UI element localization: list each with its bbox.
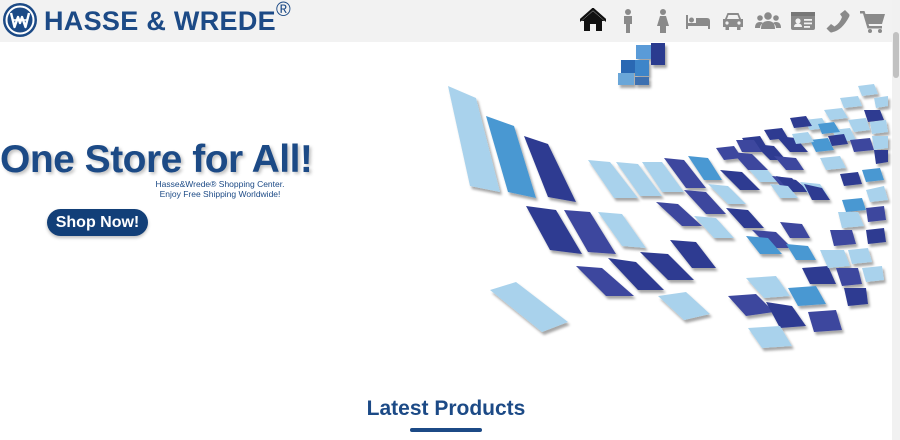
page-scrollbar[interactable] [892,0,900,440]
heading-underline [410,428,482,432]
car-icon[interactable] [720,8,746,34]
category-nav [580,6,886,36]
female-icon[interactable] [650,8,676,34]
bed-icon[interactable] [685,8,711,34]
hero-title: One Store for All! [0,138,313,181]
phone-icon[interactable] [825,8,851,34]
male-icon[interactable] [615,8,641,34]
home-icon[interactable] [580,8,606,34]
latest-products-heading: Latest Products [366,397,526,420]
hero-subtitle-line-2: Enjoy Free Shipping Worldwide! [159,189,281,199]
top-navigation-bar: HASSE & WREDE® [0,0,892,42]
cart-icon[interactable] [860,8,886,34]
hero-subtitle-line-1: Hasse&Wrede® Shopping Center. [155,179,285,189]
logo-emblem-icon [3,3,37,37]
users-icon[interactable] [755,8,781,34]
scrollbar-thumb[interactable] [893,32,899,78]
hero-tiles-illustration [448,43,888,348]
brand-logo[interactable]: HASSE & WREDE® [2,0,291,38]
brand-name: HASSE & WREDE® [44,0,291,36]
id-card-icon[interactable] [790,8,816,34]
shop-now-button[interactable]: Shop Now! [47,209,148,236]
hero-subtitle: Hasse&Wrede® Shopping Center. Enjoy Free… [150,179,290,199]
